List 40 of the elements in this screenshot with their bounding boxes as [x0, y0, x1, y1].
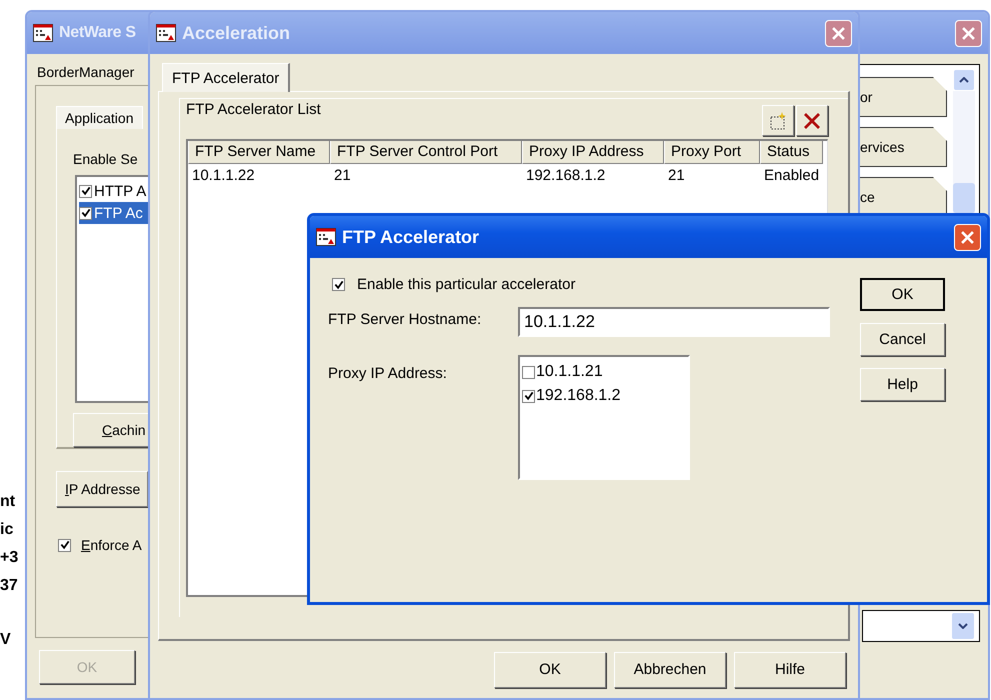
column-header[interactable]: FTP Server Name — [188, 141, 330, 164]
tab[interactable]: FTP Accelerator — [162, 63, 290, 92]
ok-button[interactable]: OK — [860, 278, 945, 311]
window-title: NetWare S — [59, 24, 136, 42]
ip-addresses-button[interactable]: IP Addresse — [56, 471, 148, 507]
column-header[interactable]: FTP Server Control Port — [330, 141, 522, 164]
column-header[interactable]: Proxy IP Address — [522, 141, 664, 164]
list-item[interactable]: FTP Ac — [79, 202, 148, 224]
cancel-button[interactable]: Abbrechen — [614, 652, 726, 688]
ok-button[interactable]: OK — [494, 652, 606, 688]
help-button[interactable]: Hilfe — [734, 652, 846, 688]
tab[interactable]: BorderManager — [35, 64, 136, 82]
table-cell-text: Enabled — [763, 166, 820, 186]
window-title: Acceleration — [182, 22, 290, 44]
table-cell-text: 21 — [333, 166, 352, 186]
table-cell-text: 21 — [667, 166, 686, 186]
help-button[interactable]: Help — [860, 368, 945, 401]
checkbox-label: Enforce A — [81, 537, 142, 553]
column-header[interactable]: Status — [760, 141, 823, 164]
group-title: FTP Accelerator List — [186, 101, 322, 118]
field-label: Proxy IP Address: — [328, 364, 448, 384]
table-cell-text: 10.1.1.22 — [191, 166, 256, 186]
list-item[interactable]: HTTP A — [79, 180, 148, 202]
tab[interactable]: Application — [56, 106, 142, 129]
window-text: +3 — [0, 548, 20, 568]
field-label: FTP Server Hostname: — [328, 310, 482, 330]
window-title: FTP Accelerator — [342, 226, 480, 248]
checkbox-label: Enable this particular accelerator — [357, 276, 576, 293]
list-item-label: 10.1.1.21 — [536, 363, 603, 381]
caching-button[interactable]: Cachin — [73, 413, 148, 447]
column-header[interactable]: Proxy Port — [664, 141, 760, 164]
window-text: V — [0, 630, 12, 650]
cancel-button[interactable]: Cancel — [860, 323, 945, 356]
table-cell-text: 192.168.1.2 — [525, 166, 606, 186]
window-text: 37 — [0, 576, 19, 596]
window-text: ic — [0, 520, 14, 540]
list-label: Enable Se — [73, 151, 139, 167]
hostname-field[interactable]: 10.1.1.22 — [518, 307, 830, 337]
window-text: nt — [0, 492, 16, 512]
list-item-label: 192.168.1.2 — [536, 387, 621, 405]
